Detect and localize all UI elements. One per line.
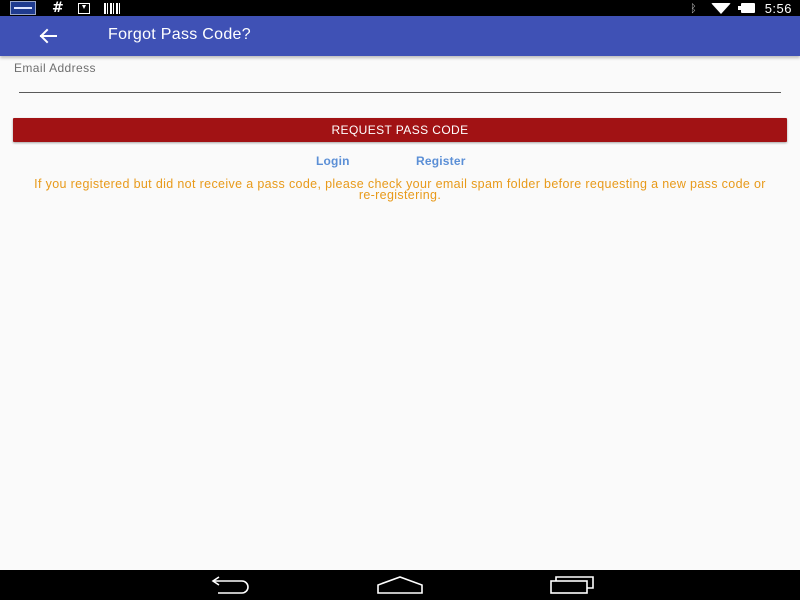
status-bar: # ᛒ 5:56 <box>0 0 800 16</box>
download-icon <box>77 2 90 14</box>
recents-icon <box>550 576 594 594</box>
request-pass-code-button[interactable]: REQUEST PASS CODE <box>13 118 787 142</box>
email-field[interactable] <box>19 76 781 93</box>
bluetooth-icon: ᛒ <box>690 1 697 15</box>
register-link[interactable]: Register <box>416 154 466 168</box>
nav-back-button[interactable] <box>204 574 252 596</box>
app-bar: Forgot Pass Code? <box>0 16 800 56</box>
back-button[interactable] <box>34 22 62 50</box>
spam-folder-notice: If you registered but did not receive a … <box>34 177 766 202</box>
news-notification-icon <box>10 1 36 15</box>
battery-icon <box>737 3 755 13</box>
back-icon <box>211 576 249 594</box>
screen: # ᛒ 5:56 Forgot Pass Code? Email Address… <box>0 0 800 600</box>
nav-home-button[interactable] <box>376 574 424 596</box>
nav-recents-button[interactable] <box>548 574 596 596</box>
status-left: # <box>10 1 134 15</box>
back-arrow-icon <box>39 28 57 44</box>
login-link[interactable]: Login <box>316 154 350 168</box>
wifi-icon <box>710 2 731 14</box>
hashtag-icon: # <box>52 0 64 16</box>
page-title: Forgot Pass Code? <box>108 26 251 43</box>
navigation-bar <box>0 570 800 600</box>
email-label: Email Address <box>14 61 96 75</box>
barcode-icon <box>103 2 120 14</box>
home-icon <box>377 576 423 594</box>
status-time: 5:56 <box>764 0 792 16</box>
status-right: ᛒ 5:56 <box>690 0 792 16</box>
